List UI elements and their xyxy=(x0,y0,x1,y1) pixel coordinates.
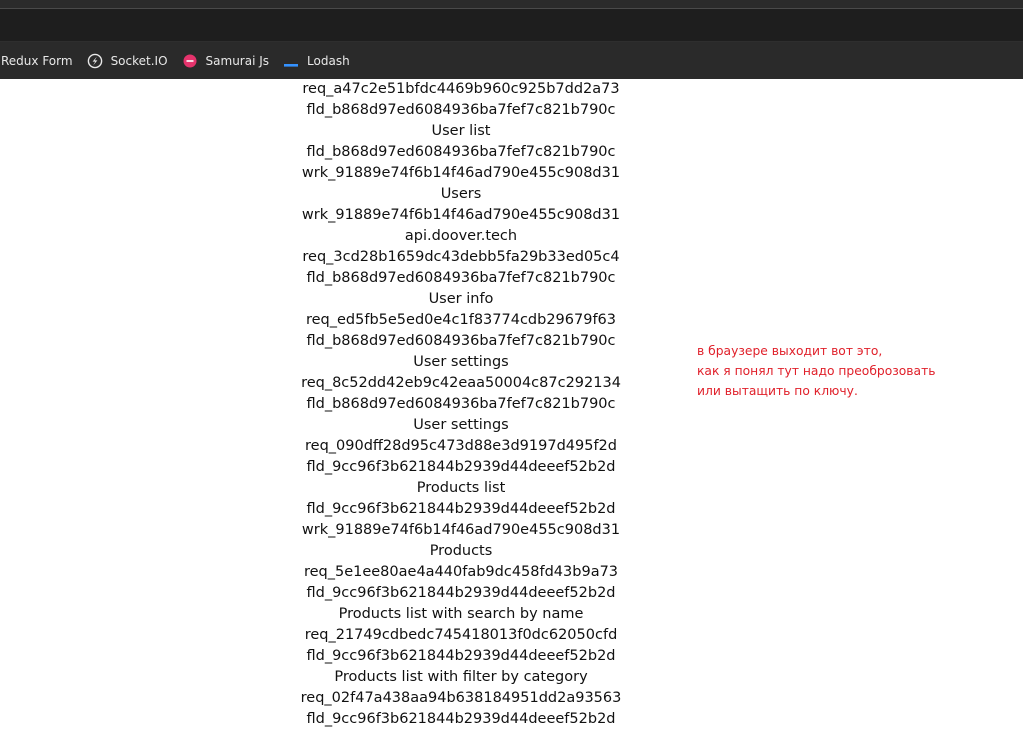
page-content: req_a47c2e51bfdc4469b960c925b7dd2a73 fld_… xyxy=(0,79,1023,736)
output-line: fld_9cc96f3b621844b2939d44deeef52b2d xyxy=(306,585,616,601)
output-line: User list xyxy=(431,123,491,139)
bookmark-lodash[interactable]: Lodash xyxy=(283,48,357,74)
output-line: req_ed5fb5e5ed0e4c1f83774cdb29679f63 xyxy=(305,312,617,328)
output-line: api.doover.tech xyxy=(404,228,518,244)
output-line: Products list xyxy=(416,480,506,496)
output-line: req_21749cdbedc745418013f0dc62050cfd xyxy=(304,627,618,643)
output-line: fld_9cc96f3b621844b2939d44deeef52b2d xyxy=(306,711,616,727)
output-line: User settings xyxy=(413,354,509,370)
output-line: fld_9cc96f3b621844b2939d44deeef52b2d xyxy=(306,501,616,517)
output-line: req_8c52dd42eb9c42eaa50004c87c292134 xyxy=(301,375,621,391)
annotation-line: или вытащить по ключу. xyxy=(697,384,858,398)
bookmark-socketio[interactable]: Socket.IO xyxy=(87,48,175,74)
samurai-icon xyxy=(182,53,198,69)
output-lines: req_a47c2e51bfdc4469b960c925b7dd2a73 fld_… xyxy=(261,79,661,730)
output-line: fld_9cc96f3b621844b2939d44deeef52b2d xyxy=(306,459,616,475)
output-line: wrk_91889e74f6b14f46ad790e455c908d31 xyxy=(301,165,621,181)
browser-toolbar xyxy=(0,9,1023,42)
output-line: wrk_91889e74f6b14f46ad790e455c908d31 xyxy=(301,522,621,538)
output-line: Products xyxy=(429,543,493,559)
bookmark-redux-form[interactable]: Redux Form xyxy=(1,48,80,74)
output-line: fld_b868d97ed6084936ba7fef7c821b790c xyxy=(306,270,616,286)
output-line: wrk_91889e74f6b14f46ad790e455c908d31 xyxy=(301,207,621,223)
output-line: fld_b868d97ed6084936ba7fef7c821b790c xyxy=(306,396,616,412)
window-titlebar xyxy=(0,0,1023,9)
output-line: req_a47c2e51bfdc4469b960c925b7dd2a73 xyxy=(302,81,620,97)
bookmark-label: Redux Form xyxy=(1,53,73,68)
bookmarks-bar: Redux Form Socket.IO Samurai Js Lodash xyxy=(0,42,1023,79)
output-line: fld_9cc96f3b621844b2939d44deeef52b2d xyxy=(306,648,616,664)
output-line: req_090dff28d95c473d88e3d9197d495f2d xyxy=(305,438,617,454)
output-line: Products list with search by name xyxy=(338,606,584,622)
output-line: req_5e1ee80ae4a440fab9dc458fd43b9a73 xyxy=(303,564,619,580)
output-line: User settings xyxy=(413,417,509,433)
bookmark-samurai-js[interactable]: Samurai Js xyxy=(182,48,277,74)
output-line: req_02f47a438aa94b638184951dd2a93563 xyxy=(300,690,622,706)
socketio-icon xyxy=(87,53,103,69)
output-line: req_3cd28b1659dc43debb5fa29b33ed05c4 xyxy=(302,249,620,265)
bookmark-label: Samurai Js xyxy=(205,53,270,68)
output-line: Products list with filter by category xyxy=(334,669,588,685)
bookmark-label: Lodash xyxy=(307,53,350,68)
output-line: fld_b868d97ed6084936ba7fef7c821b790c xyxy=(306,102,616,118)
annotation-line: как я понял тут надо преоброзовать xyxy=(697,364,936,378)
output-line: fld_b868d97ed6084936ba7fef7c821b790c xyxy=(306,144,616,160)
output-line: fld_b868d97ed6084936ba7fef7c821b790c xyxy=(306,333,616,349)
annotation-line: в браузере выходит вот это, xyxy=(697,344,883,358)
annotation-note: в браузере выходит вот это, как я понял … xyxy=(697,341,936,401)
output-line: Users xyxy=(440,186,482,202)
output-line: User info xyxy=(428,291,494,307)
lodash-icon xyxy=(283,53,299,69)
bookmark-label: Socket.IO xyxy=(110,53,168,68)
